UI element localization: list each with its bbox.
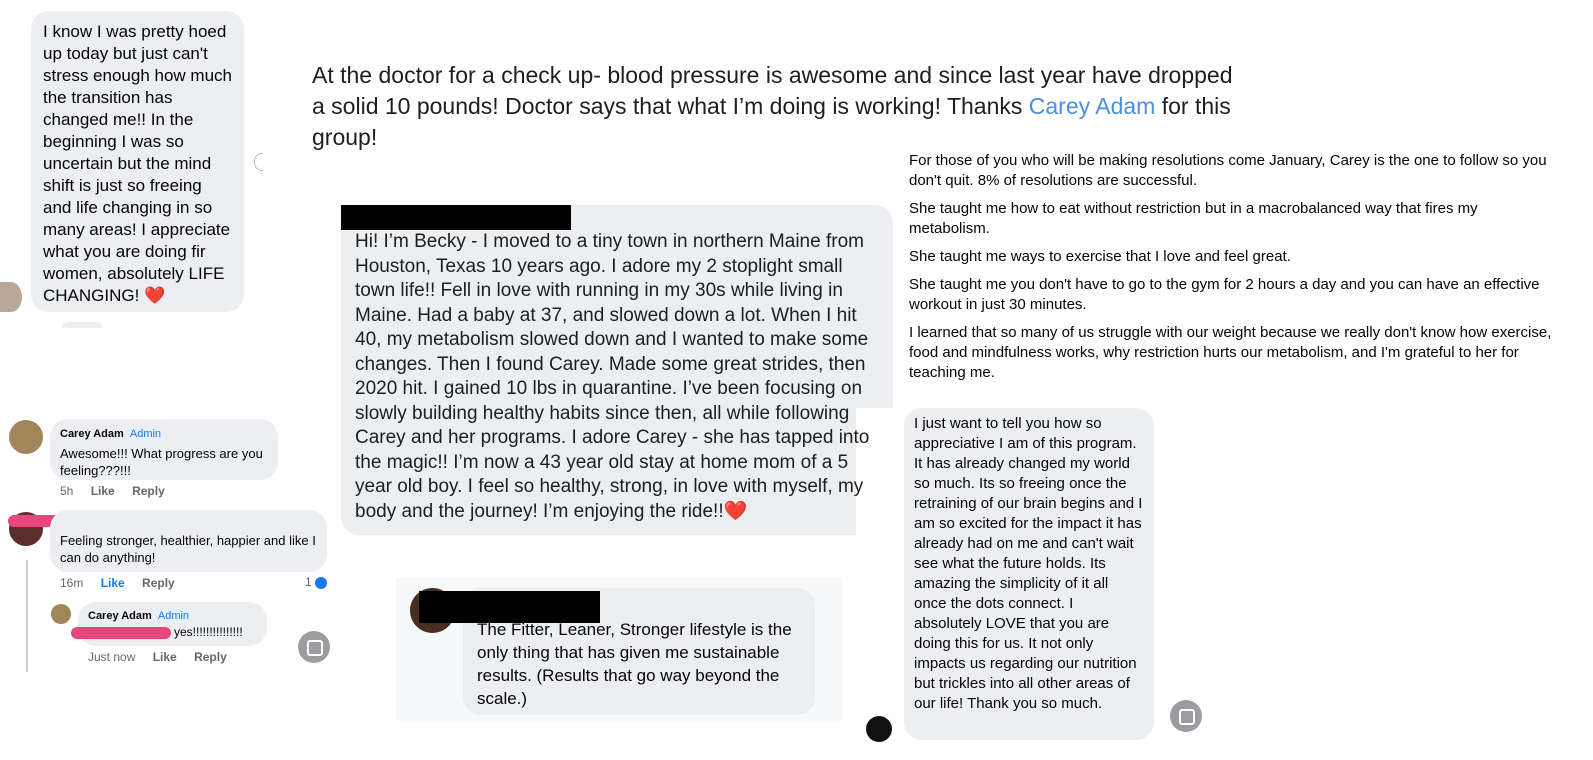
doctor-post: At the doctor for a check up- blood pres…	[312, 60, 1242, 153]
becky-post-text: Hi! I’m Becky - I moved to a tiny town i…	[355, 231, 870, 522]
like-button[interactable]: Like	[153, 650, 177, 664]
admin-badge: Admin	[154, 610, 193, 622]
reply-button[interactable]: Reply	[132, 484, 165, 498]
fitter-post-text: The Fitter, Leaner, Stronger lifestyle i…	[477, 620, 792, 708]
mention-link[interactable]: Carey Adam	[1029, 93, 1156, 119]
message-bubble-stub	[62, 322, 102, 328]
avatar[interactable]	[51, 604, 71, 624]
paragraph: She taught me how to eat without restric…	[909, 200, 1478, 237]
message-text: I know I was pretty hoed up today but ju…	[43, 22, 232, 305]
thread-line	[26, 560, 28, 672]
scan-text-icon[interactable]	[1170, 700, 1202, 732]
appreciative-post-text: I just want to tell you how so appreciat…	[914, 415, 1143, 712]
like-button[interactable]: Like	[101, 576, 125, 590]
reply-button[interactable]: Reply	[142, 576, 175, 590]
scan-text-icon[interactable]	[298, 631, 330, 663]
comment-bubble: Feeling stronger, healthier, happier and…	[50, 510, 327, 572]
appreciative-post-bubble: I just want to tell you how so appreciat…	[904, 408, 1154, 740]
avatar[interactable]	[866, 716, 892, 742]
timestamp: 16m	[60, 576, 84, 590]
timestamp: 5h	[60, 484, 74, 498]
avatar	[0, 282, 22, 312]
comment-text: Feeling stronger, healthier, happier and…	[60, 533, 316, 565]
resolutions-post: For those of you who will be making reso…	[909, 151, 1554, 383]
comment-text: Awesome!!! What progress are you feeling…	[60, 446, 263, 478]
admin-badge: Admin	[126, 428, 165, 440]
redacted-name	[419, 591, 600, 623]
redacted-name	[341, 205, 571, 230]
more-options-icon[interactable]	[254, 153, 263, 171]
author-name[interactable]: Carey Adam	[60, 428, 124, 440]
paragraph: She taught me ways to exercise that I lo…	[909, 248, 1291, 265]
timestamp: Just now	[88, 650, 136, 664]
comment-bubble: Carey Adam Admin yes!!!!!!!!!!!!!!!	[78, 602, 267, 646]
paragraph: She taught me you don't have to go to th…	[909, 276, 1540, 313]
author-name[interactable]: Carey Adam	[88, 610, 152, 622]
reaction-count-text: 1	[305, 575, 312, 589]
paragraph: I learned that so many of us struggle wi…	[909, 324, 1552, 381]
comment-bubble: Carey Adam Admin Awesome!!! What progres…	[50, 419, 278, 480]
avatar[interactable]	[9, 420, 43, 454]
like-button[interactable]: Like	[91, 484, 115, 498]
reaction-count: 1	[305, 575, 328, 589]
reply-button[interactable]: Reply	[194, 650, 227, 664]
scribble-redaction	[71, 627, 171, 639]
message-bubble: I know I was pretty hoed up today but ju…	[31, 11, 244, 312]
like-reaction-icon	[315, 576, 328, 589]
paragraph: For those of you who will be making reso…	[909, 152, 1547, 189]
